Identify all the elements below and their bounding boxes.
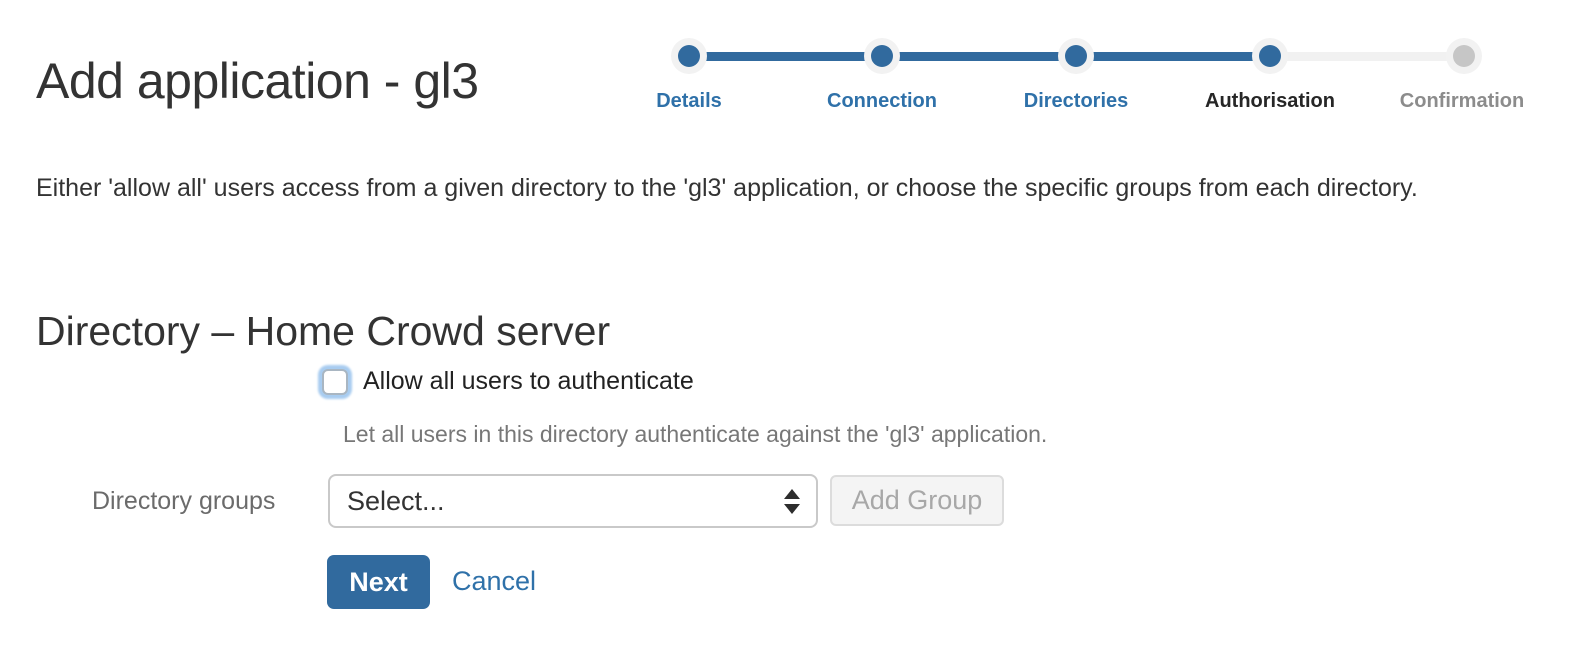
select-spinner-icon xyxy=(784,489,800,514)
progress-track-upcoming xyxy=(1270,52,1464,61)
intro-text: Either 'allow all' users access from a g… xyxy=(36,168,1476,208)
step-label-connection[interactable]: Connection xyxy=(782,90,982,113)
step-dot-authorisation xyxy=(1259,45,1281,67)
arrow-down-icon xyxy=(784,504,800,514)
step-dot-connection xyxy=(871,45,893,67)
select-value: Select... xyxy=(330,486,784,517)
cancel-link[interactable]: Cancel xyxy=(452,566,536,597)
allow-all-label[interactable]: Allow all users to authenticate xyxy=(363,367,694,396)
allow-all-help-text: Let all users in this directory authenti… xyxy=(343,421,1047,448)
arrow-up-icon xyxy=(784,489,800,499)
next-button[interactable]: Next xyxy=(327,555,430,609)
step-label-authorisation: Authorisation xyxy=(1170,90,1370,113)
section-heading: Directory – Home Crowd server xyxy=(36,308,610,355)
step-label-directories[interactable]: Directories xyxy=(976,90,1176,113)
step-label-details[interactable]: Details xyxy=(589,90,789,113)
add-application-page: Add application - gl3 Details Connection… xyxy=(0,0,1586,660)
step-dot-directories xyxy=(1065,45,1087,67)
add-group-button[interactable]: Add Group xyxy=(830,475,1004,526)
progress-track-completed xyxy=(689,52,1270,61)
page-title: Add application - gl3 xyxy=(36,52,479,110)
step-label-confirmation: Confirmation xyxy=(1362,90,1562,113)
directory-groups-label: Directory groups xyxy=(92,487,275,516)
step-dot-confirmation xyxy=(1453,45,1475,67)
directory-groups-select[interactable]: Select... xyxy=(328,474,818,528)
step-dot-details xyxy=(678,45,700,67)
allow-all-checkbox[interactable] xyxy=(322,369,348,395)
allow-all-row: Allow all users to authenticate xyxy=(322,367,694,396)
